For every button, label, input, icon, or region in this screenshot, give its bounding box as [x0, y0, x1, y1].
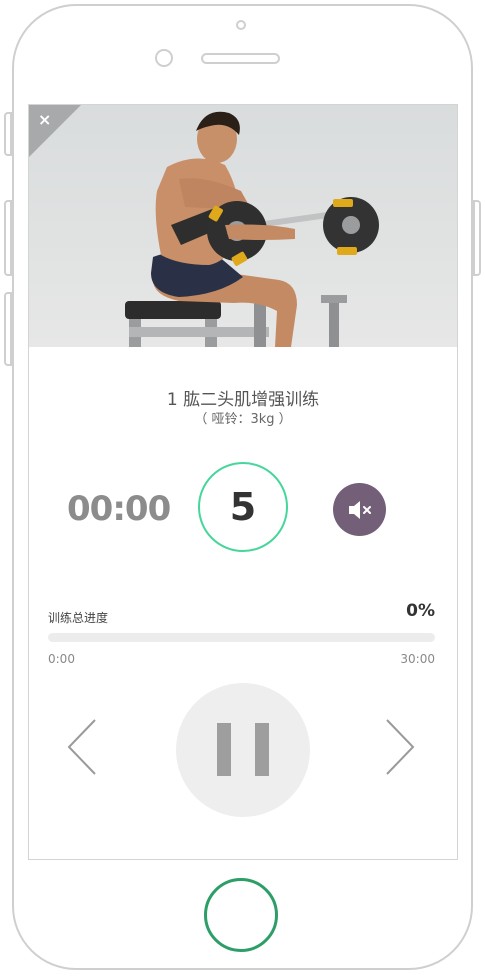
progress-end-time: 30:00	[400, 652, 435, 666]
exercise-equipment: （ 哑铃：3kg ）	[194, 412, 292, 427]
workout-screen: × 1 肱二头肌增强训练 （ 哑铃：3kg ） 00:00 5 训练总进度 0%…	[28, 104, 458, 860]
phone-mute-switch	[4, 112, 12, 156]
pause-icon	[217, 723, 231, 776]
previous-exercise-button[interactable]	[65, 717, 99, 781]
exercise-illustration: ×	[29, 105, 457, 347]
phone-speaker	[201, 53, 280, 64]
exercise-photo	[125, 111, 379, 347]
progress-start-time: 0:00	[48, 652, 75, 666]
phone-home-button[interactable]	[204, 878, 278, 952]
phone-sensor	[236, 20, 246, 30]
chevron-left-icon	[67, 719, 96, 775]
close-corner-tab	[29, 105, 81, 157]
next-exercise-button[interactable]	[383, 717, 417, 781]
pause-button[interactable]	[176, 683, 310, 817]
chevron-right-icon	[386, 719, 415, 775]
volume-mute-icon	[348, 500, 371, 519]
exercise-title: 1 肱二头肌增强训练	[166, 390, 320, 410]
rep-counter: 5	[198, 462, 288, 552]
phone-volume-up	[4, 200, 12, 276]
mute-button[interactable]	[333, 483, 386, 536]
progress-bar	[48, 633, 435, 642]
phone-power-button	[473, 200, 481, 276]
progress-percent: 0%	[406, 601, 435, 621]
phone-camera	[155, 49, 173, 67]
pause-icon-bar	[255, 723, 269, 776]
elapsed-timer: 00:00	[67, 489, 171, 529]
phone-volume-down	[4, 292, 12, 366]
close-icon[interactable]: ×	[38, 109, 51, 131]
progress-label: 训练总进度	[48, 611, 109, 625]
